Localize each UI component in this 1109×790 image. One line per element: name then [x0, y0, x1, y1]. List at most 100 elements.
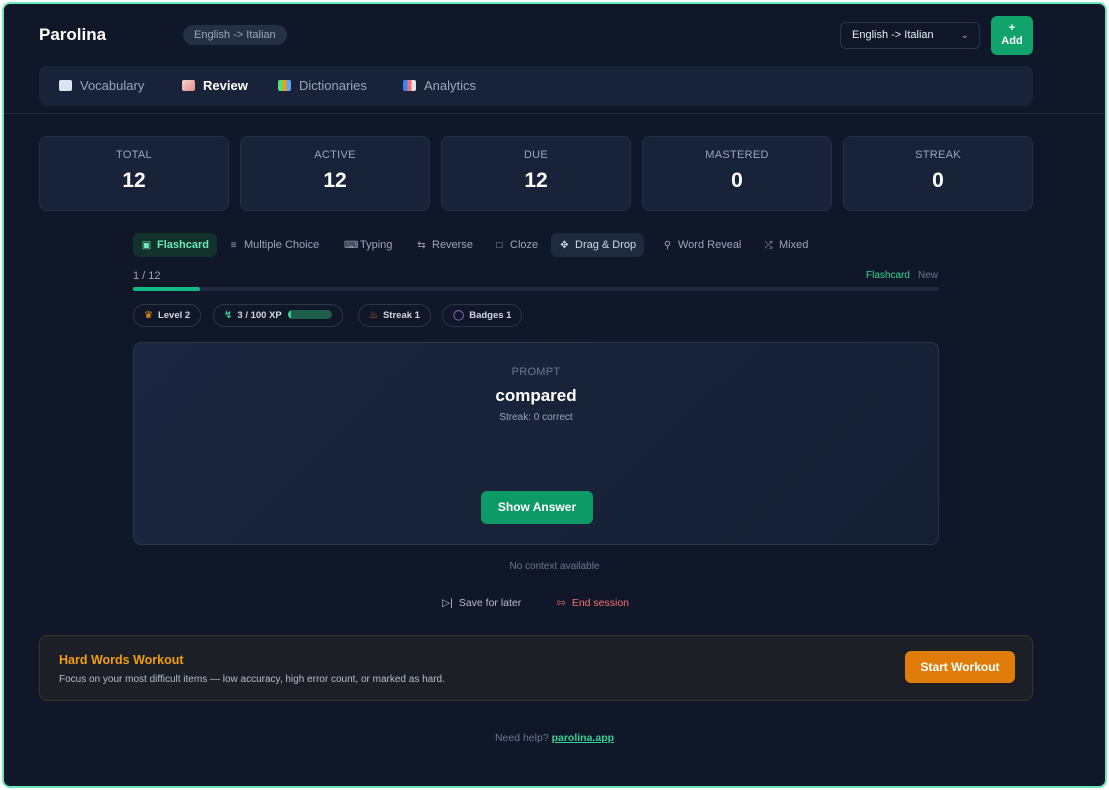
mode-tab-mixed[interactable]: ⤮ Mixed: [755, 233, 816, 257]
mode-tab-label: Multiple Choice: [244, 239, 320, 251]
stat-label: TOTAL: [116, 149, 152, 161]
skip-icon: ▷|: [442, 597, 453, 609]
mode-tab-label: Typing: [360, 239, 393, 251]
list-check-icon: ≡: [230, 240, 237, 251]
stat-card-total: TOTAL 12: [39, 136, 229, 211]
flashcard: PROMPT compared Streak: 0 correct Show A…: [133, 342, 939, 545]
xp-chip-label: 3 / 100 XP: [237, 310, 282, 321]
nav-tab-label: Review: [203, 78, 248, 93]
progress-bar-fill: [133, 287, 200, 291]
xp-chip: ↯ 3 / 100 XP: [213, 304, 343, 327]
hard-words-workout-panel: Hard Words Workout Focus on your most di…: [39, 635, 1033, 701]
add-button-label: Add: [1001, 35, 1023, 47]
nav-tab-vocabulary[interactable]: Vocabulary: [59, 66, 144, 106]
xp-progress-fill: [287, 310, 292, 319]
level-chip: ♛ Level 2: [133, 304, 202, 327]
medal-icon: ◯: [453, 310, 465, 321]
start-workout-button[interactable]: Start Workout: [905, 651, 1015, 683]
language-pair-badge: English -> Italian: [183, 25, 287, 45]
nav-tab-review[interactable]: Review: [182, 66, 248, 106]
document-icon: □: [496, 240, 503, 251]
badges-chip: ◯ Badges 1: [442, 304, 523, 327]
progress-state-label: New: [918, 270, 939, 281]
badges-chip-label: Badges 1: [469, 310, 512, 321]
nav-tab-analytics[interactable]: Analytics: [403, 66, 476, 106]
stat-card-active: ACTIVE 12: [240, 136, 430, 211]
add-button[interactable]: + Add: [991, 16, 1033, 55]
prompt-word: compared: [495, 386, 577, 405]
mode-tab-drag-drop[interactable]: ✥ Drag & Drop: [551, 233, 645, 257]
notebook-icon: [182, 80, 195, 91]
mode-tab-typing[interactable]: ⌨ Typing: [336, 233, 400, 257]
keyboard-icon: ⌨: [344, 240, 359, 251]
stat-value: 0: [932, 169, 944, 192]
lightning-icon: ↯: [224, 310, 233, 321]
progress-mode-label: Flashcard: [866, 270, 910, 281]
stat-card-streak: STREAK 0: [843, 136, 1033, 211]
stat-value: 12: [122, 169, 146, 192]
bar-chart-icon: [403, 80, 416, 91]
header: Parolina English -> Italian English -> I…: [4, 4, 1105, 114]
mode-tab-flashcard[interactable]: ▣ Flashcard: [133, 233, 217, 257]
show-answer-button[interactable]: Show Answer: [481, 491, 593, 524]
end-session-button[interactable]: ⇰ End session: [557, 595, 629, 611]
workout-title: Hard Words Workout: [59, 653, 184, 667]
stat-card-due: DUE 12: [441, 136, 631, 211]
stat-value: 12: [323, 169, 347, 192]
streak-chip: ♨ Streak 1: [358, 304, 431, 327]
footer: Need help? parolina.app: [4, 732, 1105, 744]
stat-card-mastered: MASTERED 0: [642, 136, 832, 211]
mode-tab-label: Word Reveal: [678, 239, 742, 251]
nav-tab-dictionaries[interactable]: Dictionaries: [278, 66, 367, 106]
nav-tab-label: Analytics: [424, 78, 477, 93]
mode-tab-label: Mixed: [779, 239, 809, 251]
mode-tab-label: Drag & Drop: [575, 239, 637, 251]
book-icon: [59, 80, 72, 91]
stat-value: 12: [524, 169, 548, 192]
language-select[interactable]: English -> Italian ⌄: [840, 22, 980, 49]
progress-count: 1 / 12: [133, 270, 161, 282]
arrows-swap-icon: ⇆: [417, 240, 426, 251]
chevron-down-icon: ⌄: [960, 30, 969, 41]
save-for-later-label: Save for later: [458, 597, 522, 609]
mode-tab-word-reveal[interactable]: ⚲ Word Reveal: [654, 233, 749, 257]
stat-value: 0: [731, 169, 743, 192]
progress-bar: [133, 287, 939, 291]
mode-tab-label: Cloze: [510, 239, 539, 251]
main-nav: Vocabulary Review Dictionaries Analytics: [39, 66, 1033, 106]
nav-tab-label: Vocabulary: [80, 78, 145, 93]
mode-tab-label: Reverse: [432, 239, 473, 251]
search-icon: ⚲: [663, 240, 672, 251]
context-text: No context available: [509, 561, 600, 572]
workout-description: Focus on your most difficult items — low…: [59, 674, 445, 685]
brand-logo: Parolina: [39, 25, 107, 44]
language-select-value: English -> Italian: [852, 29, 934, 41]
plus-icon: +: [1008, 22, 1016, 34]
move-icon: ✥: [560, 240, 569, 251]
books-icon: [278, 80, 291, 91]
nav-tab-label: Dictionaries: [299, 78, 367, 93]
xp-progress-bar: [287, 310, 332, 319]
mode-tab-multiple-choice[interactable]: ≡ Multiple Choice: [220, 233, 327, 257]
save-for-later-button[interactable]: ▷| Save for later: [442, 595, 521, 611]
level-chip-label: Level 2: [157, 310, 191, 321]
stat-label: DUE: [523, 149, 549, 161]
shuffle-icon: ⤮: [764, 240, 773, 251]
card-streak-text: Streak: 0 correct: [499, 412, 573, 423]
flame-icon: ♨: [369, 310, 378, 321]
mode-tab-reverse[interactable]: ⇆ Reverse: [408, 233, 481, 257]
crown-icon: ♛: [144, 310, 153, 321]
stat-label: MASTERED: [705, 149, 769, 161]
mode-tab-label: Flashcard: [157, 239, 209, 251]
footer-help-text: Need help?: [494, 732, 549, 744]
stat-label: STREAK: [915, 149, 961, 161]
stat-label: ACTIVE: [314, 149, 356, 161]
mode-tab-cloze[interactable]: □ Cloze: [486, 233, 546, 257]
app-window: Parolina English -> Italian English -> I…: [2, 2, 1107, 788]
streak-chip-label: Streak 1: [382, 310, 420, 321]
prompt-label: PROMPT: [511, 366, 561, 378]
open-book-icon: ▣: [141, 240, 152, 251]
footer-link[interactable]: parolina.app: [552, 732, 614, 744]
logout-icon: ⇰: [557, 597, 566, 609]
end-session-label: End session: [571, 597, 630, 609]
